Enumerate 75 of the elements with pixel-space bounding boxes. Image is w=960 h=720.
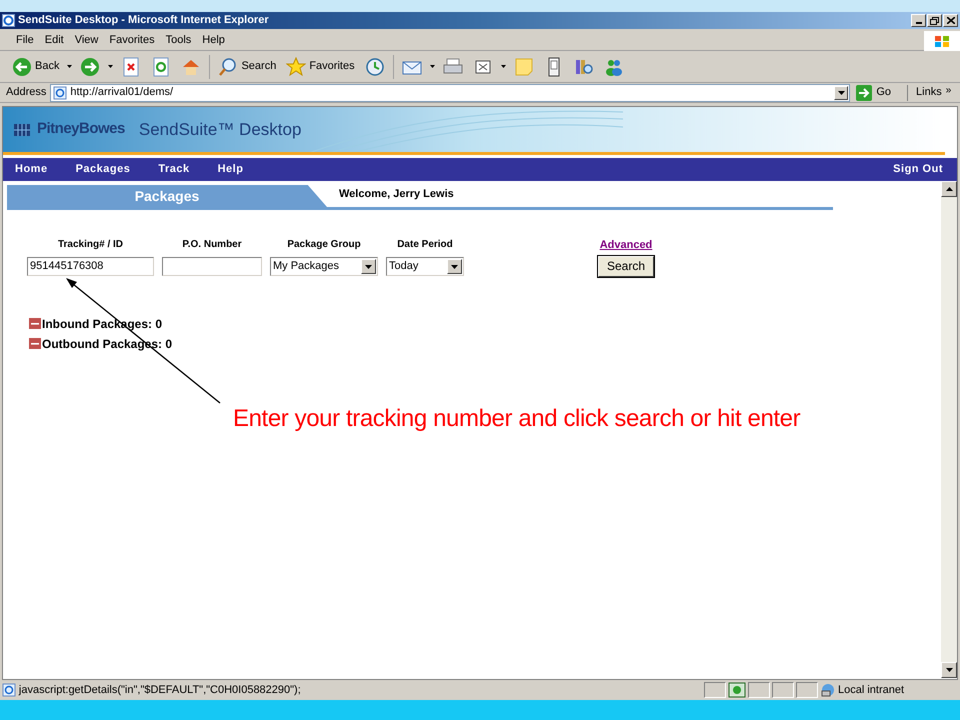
security-icon <box>728 682 746 698</box>
minimize-icon <box>916 22 922 24</box>
menu-item[interactable]: View <box>70 32 102 49</box>
dropdown-caret-icon[interactable] <box>500 62 506 70</box>
annotation-text: Enter your tracking number and click search or hit enter <box>233 404 802 434</box>
browser-icon <box>2 14 15 27</box>
dropdown-caret-icon[interactable] <box>108 62 114 70</box>
windows-logo-icon <box>924 30 960 50</box>
page-title: Packages <box>134 186 200 206</box>
caret-icon <box>365 264 372 268</box>
input-field[interactable]: 951445176308 <box>27 257 154 276</box>
address-field[interactable]: http://arrival01/dems/ <box>50 84 850 102</box>
go-button[interactable]: Go <box>854 84 894 101</box>
field-label: Tracking# / ID <box>58 238 124 252</box>
welcome-text: Welcome, Jerry Lewis <box>339 186 454 202</box>
go-arrow-icon <box>856 84 872 100</box>
caret-icon <box>451 264 458 268</box>
search-button[interactable]: Search <box>598 256 654 276</box>
minimize-button[interactable] <box>911 14 926 27</box>
dropdown-caret-icon[interactable] <box>67 62 72 70</box>
dropdown-field[interactable]: Today <box>386 257 464 276</box>
close-icon <box>946 17 954 24</box>
status-pane <box>748 682 770 698</box>
scroll-up-button[interactable] <box>941 181 957 197</box>
status-text: javascript:getDetails("in","$DEFAULT","C0H0I05882290"); <box>18 682 302 698</box>
nav-link[interactable]: Track <box>158 161 190 178</box>
network-icon <box>820 682 836 698</box>
favorites-button[interactable]: Favorites <box>284 54 357 80</box>
clock-icon <box>364 56 385 76</box>
minus-icon[interactable] <box>29 338 41 349</box>
zone-text: Local intranet <box>838 682 906 698</box>
dropdown-field[interactable]: My Packages <box>270 257 378 276</box>
down-arrow-icon <box>946 668 952 672</box>
chevron-button[interactable]: » <box>946 83 952 98</box>
brand-logo-icon <box>13 122 31 136</box>
restore-button[interactable] <box>927 14 942 27</box>
close-button[interactable] <box>943 14 958 27</box>
page-icon <box>53 86 68 100</box>
menu-item[interactable]: Edit <box>40 32 68 49</box>
scroll-down-button[interactable] <box>941 662 957 678</box>
up-arrow-icon <box>946 187 952 191</box>
address-label: Address <box>6 85 46 100</box>
field-label: P.O. Number <box>182 238 242 252</box>
sticky-note-icon <box>514 56 534 76</box>
star-icon <box>286 56 306 76</box>
restore-icon <box>930 16 939 24</box>
nav-link[interactable]: Help <box>218 161 244 178</box>
page-icon <box>2 683 16 697</box>
status-pane <box>772 682 794 698</box>
caret-icon <box>838 90 845 94</box>
advanced-link[interactable]: Advanced <box>600 237 652 254</box>
search-button[interactable]: Search <box>216 54 278 80</box>
page-with-x-icon <box>121 56 142 76</box>
menu-item[interactable]: File <box>12 32 38 49</box>
field-label: Package Group <box>287 238 361 252</box>
brand-name: PitneyBowes <box>37 119 125 140</box>
status-pane <box>796 682 818 698</box>
printer-icon <box>442 56 463 76</box>
input-field[interactable] <box>162 257 262 276</box>
dropdown-button[interactable] <box>834 86 848 100</box>
links-button[interactable]: Links <box>916 84 942 101</box>
back-button[interactable]: Back <box>10 54 62 80</box>
dropdown-caret-icon[interactable] <box>430 62 435 70</box>
window-title: SendSuite Desktop - Microsoft Internet Explorer <box>18 13 269 28</box>
menu-item[interactable]: Help <box>198 32 229 49</box>
nav-link[interactable]: Packages <box>76 161 130 178</box>
nav-link[interactable]: Home <box>15 161 48 178</box>
menu-item[interactable]: Favorites <box>105 32 159 49</box>
minus-icon[interactable] <box>29 318 41 329</box>
product-name: SendSuite™ Desktop <box>138 118 302 141</box>
sign-out-link[interactable]: Sign Out <box>893 161 943 178</box>
status-pane <box>704 682 726 698</box>
search-icon <box>218 56 238 76</box>
field-label: Date Period <box>397 238 453 252</box>
menu-item[interactable]: Tools <box>162 32 196 49</box>
